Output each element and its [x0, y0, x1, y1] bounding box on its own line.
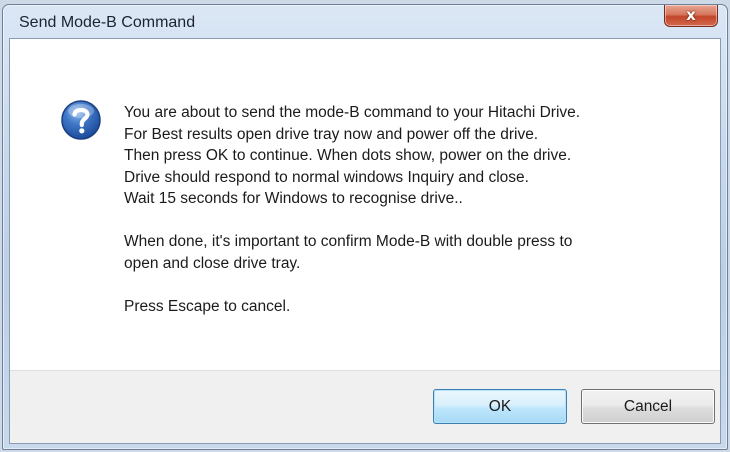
- message-paragraph-confirm: When done, it's important to confirm Mod…: [124, 233, 573, 272]
- dialog-button-bar: OK Cancel: [10, 370, 720, 443]
- dialog-message: You are about to send the mode-B command…: [124, 102, 704, 317]
- dialog-title: Send Mode-B Command: [19, 14, 196, 31]
- dialog-window: Send Mode-B Command x You are about to s…: [2, 4, 728, 450]
- dialog-client-area: You are about to send the mode-B command…: [9, 38, 721, 444]
- close-icon: x: [686, 6, 696, 24]
- message-paragraph-cancel: Press Escape to cancel.: [124, 297, 291, 315]
- title-bar[interactable]: Send Mode-B Command x: [3, 5, 727, 39]
- message-paragraph-instructions: You are about to send the mode-B command…: [124, 104, 581, 207]
- ok-button[interactable]: OK: [433, 389, 567, 424]
- dialog-content: You are about to send the mode-B command…: [10, 39, 720, 373]
- close-button[interactable]: x: [664, 5, 718, 27]
- cancel-button[interactable]: Cancel: [581, 389, 715, 424]
- question-icon: [61, 100, 101, 140]
